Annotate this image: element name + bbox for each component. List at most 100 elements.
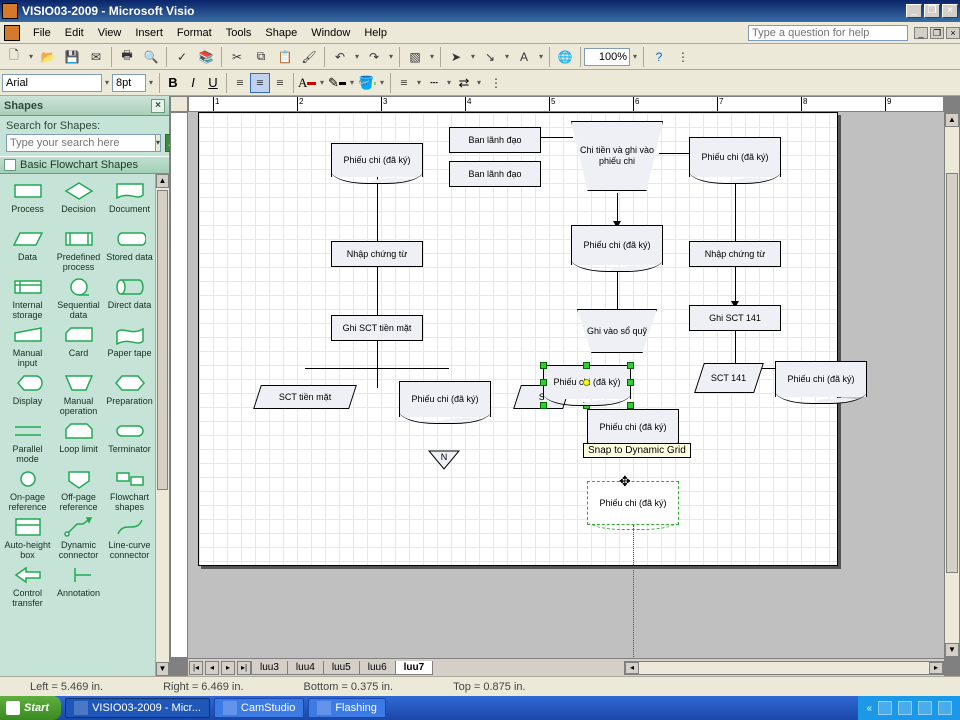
- tray-icon[interactable]: [918, 701, 932, 715]
- shape-document[interactable]: Phiếu chi (đã ký): [399, 381, 491, 417]
- page-tab-luu5[interactable]: luu5: [323, 661, 360, 675]
- pointer-drop[interactable]: ▾: [468, 46, 478, 68]
- ink-button[interactable]: 🌐: [554, 46, 576, 68]
- system-tray[interactable]: «: [858, 696, 960, 720]
- start-button[interactable]: Start: [0, 696, 61, 720]
- line-weight-button[interactable]: ≡: [394, 73, 414, 93]
- shape-document[interactable]: Phiếu chi (đã ký): [587, 409, 679, 445]
- italic-button[interactable]: I: [183, 73, 203, 93]
- stencil-on-page-reference[interactable]: On-page reference: [2, 466, 53, 512]
- connector[interactable]: [735, 263, 736, 303]
- stencil-line-curve-connector[interactable]: Line-curve connector: [104, 514, 155, 560]
- connector[interactable]: [377, 338, 378, 388]
- taskbar-item[interactable]: Flashing: [308, 698, 386, 718]
- connector[interactable]: [735, 181, 736, 243]
- font-name-combo[interactable]: [2, 74, 102, 92]
- line-ends-button[interactable]: ⇄: [454, 73, 474, 93]
- align-center-button[interactable]: ≡: [250, 73, 270, 93]
- format-toolbar-options-button[interactable]: ⋮: [485, 72, 507, 94]
- fill-color-button[interactable]: 🪣: [357, 73, 377, 93]
- shape-document[interactable]: Phiếu chi (đã ký): [775, 361, 867, 397]
- shape-process[interactable]: Ban lãnh đạo: [449, 127, 541, 153]
- vscroll-up-icon[interactable]: ▲: [945, 113, 959, 127]
- stencil-parallel-mode[interactable]: Parallel mode: [2, 418, 53, 464]
- print-button[interactable]: 🖶: [116, 46, 138, 68]
- stencil-header[interactable]: Basic Flowchart Shapes: [0, 156, 169, 174]
- shape-merge[interactable]: N: [427, 449, 461, 471]
- menu-window[interactable]: Window: [304, 25, 357, 41]
- menu-edit[interactable]: Edit: [58, 25, 91, 41]
- toolbar-options-button[interactable]: ⋮: [672, 46, 694, 68]
- shape-process[interactable]: Nhập chứng từ: [689, 241, 781, 267]
- open-button[interactable]: 📂: [37, 46, 59, 68]
- stencil-control-transfer[interactable]: Control transfer: [2, 562, 53, 608]
- hscroll-left-icon[interactable]: ◂: [625, 662, 639, 674]
- stencil-scrollbar[interactable]: ▲ ▼: [155, 174, 169, 676]
- shapes-drop[interactable]: ▾: [427, 46, 437, 68]
- menu-help[interactable]: Help: [357, 25, 394, 41]
- stencil-predefined-process[interactable]: Predefined process: [53, 226, 104, 272]
- new-drop[interactable]: ▾: [26, 46, 36, 68]
- font-color-button[interactable]: A: [297, 73, 317, 93]
- zoom-drop[interactable]: ▾: [630, 46, 640, 68]
- shape-process[interactable]: Nhập chứng từ: [331, 241, 423, 267]
- stencil-terminator[interactable]: Terminator: [104, 418, 155, 464]
- font-color-drop[interactable]: ▾: [317, 72, 327, 94]
- format-painter-button[interactable]: 🖌: [298, 46, 320, 68]
- vscroll-thumb[interactable]: [946, 173, 958, 573]
- line-ends-drop[interactable]: ▾: [474, 72, 484, 94]
- drawing-page[interactable]: Phiếu chi (đã ký) Ban lãnh đạo Ban lãnh …: [198, 112, 838, 566]
- scroll-thumb[interactable]: [157, 190, 168, 490]
- canvas[interactable]: Phiếu chi (đã ký) Ban lãnh đạo Ban lãnh …: [188, 112, 944, 658]
- stencil-manual-input[interactable]: Manual input: [2, 322, 53, 368]
- line-pattern-button[interactable]: ┄: [424, 73, 444, 93]
- tab-nav-first[interactable]: |◂: [189, 661, 203, 675]
- stencil-auto-height-box[interactable]: Auto-height box: [2, 514, 53, 560]
- stencil-off-page-reference[interactable]: Off-page reference: [53, 466, 104, 512]
- spelling-button[interactable]: ✓: [171, 46, 193, 68]
- underline-button[interactable]: U: [203, 73, 223, 93]
- vertical-scrollbar[interactable]: ▲ ▼: [944, 112, 960, 658]
- stencil-loop-limit[interactable]: Loop limit: [53, 418, 104, 464]
- connector[interactable]: [617, 271, 618, 311]
- stencil-direct-data[interactable]: Direct data: [104, 274, 155, 320]
- shape-document-dragging[interactable]: Phiếu chi (đã ký): [587, 481, 679, 525]
- connector[interactable]: [537, 137, 573, 138]
- redo-drop[interactable]: ▾: [386, 46, 396, 68]
- font-name-drop[interactable]: ▾: [102, 72, 112, 94]
- stencil-dynamic-connector[interactable]: Dynamic connector: [53, 514, 104, 560]
- shape-process[interactable]: Ghi SCT 141: [689, 305, 781, 331]
- stencil-data[interactable]: Data: [2, 226, 53, 272]
- stencil-flowchart-shapes[interactable]: Flowchart shapes: [104, 466, 155, 512]
- stencil-manual-operation[interactable]: Manual operation: [53, 370, 104, 416]
- shape-document[interactable]: Phiếu chi (đã ký): [331, 143, 423, 177]
- stencil-sequential-data[interactable]: Sequential data: [53, 274, 104, 320]
- tray-icon[interactable]: [878, 701, 892, 715]
- shapes-search-input[interactable]: [6, 134, 156, 152]
- help-button[interactable]: ?: [648, 46, 670, 68]
- shape-document[interactable]: Phiếu chi (đã ký): [571, 225, 663, 265]
- connector[interactable]: [305, 368, 449, 369]
- page-tab-luu7[interactable]: luu7: [395, 661, 434, 675]
- help-search-input[interactable]: [748, 25, 908, 41]
- new-button[interactable]: 🗋: [3, 46, 25, 68]
- connector-tool-button[interactable]: ↘: [479, 46, 501, 68]
- tab-nav-prev[interactable]: ◂: [205, 661, 219, 675]
- tab-nav-last[interactable]: ▸|: [237, 661, 251, 675]
- help-search-box[interactable]: [748, 25, 908, 41]
- stencil-paper-tape[interactable]: Paper tape: [104, 322, 155, 368]
- menu-file[interactable]: File: [26, 25, 58, 41]
- tray-expand-icon[interactable]: «: [866, 703, 872, 714]
- tray-icon[interactable]: [938, 701, 952, 715]
- shape-document[interactable]: Phiếu chi (đã ký): [689, 137, 781, 177]
- copy-button[interactable]: ⧉: [250, 46, 272, 68]
- zoom-combo[interactable]: [584, 48, 630, 66]
- connector[interactable]: [617, 193, 618, 223]
- align-left-button[interactable]: ≡: [230, 73, 250, 93]
- cut-button[interactable]: ✂: [226, 46, 248, 68]
- line-color-drop[interactable]: ▾: [347, 72, 357, 94]
- undo-drop[interactable]: ▾: [352, 46, 362, 68]
- mdi-minimize-button[interactable]: _: [914, 27, 928, 39]
- fill-color-drop[interactable]: ▾: [377, 72, 387, 94]
- close-button[interactable]: ×: [942, 4, 958, 18]
